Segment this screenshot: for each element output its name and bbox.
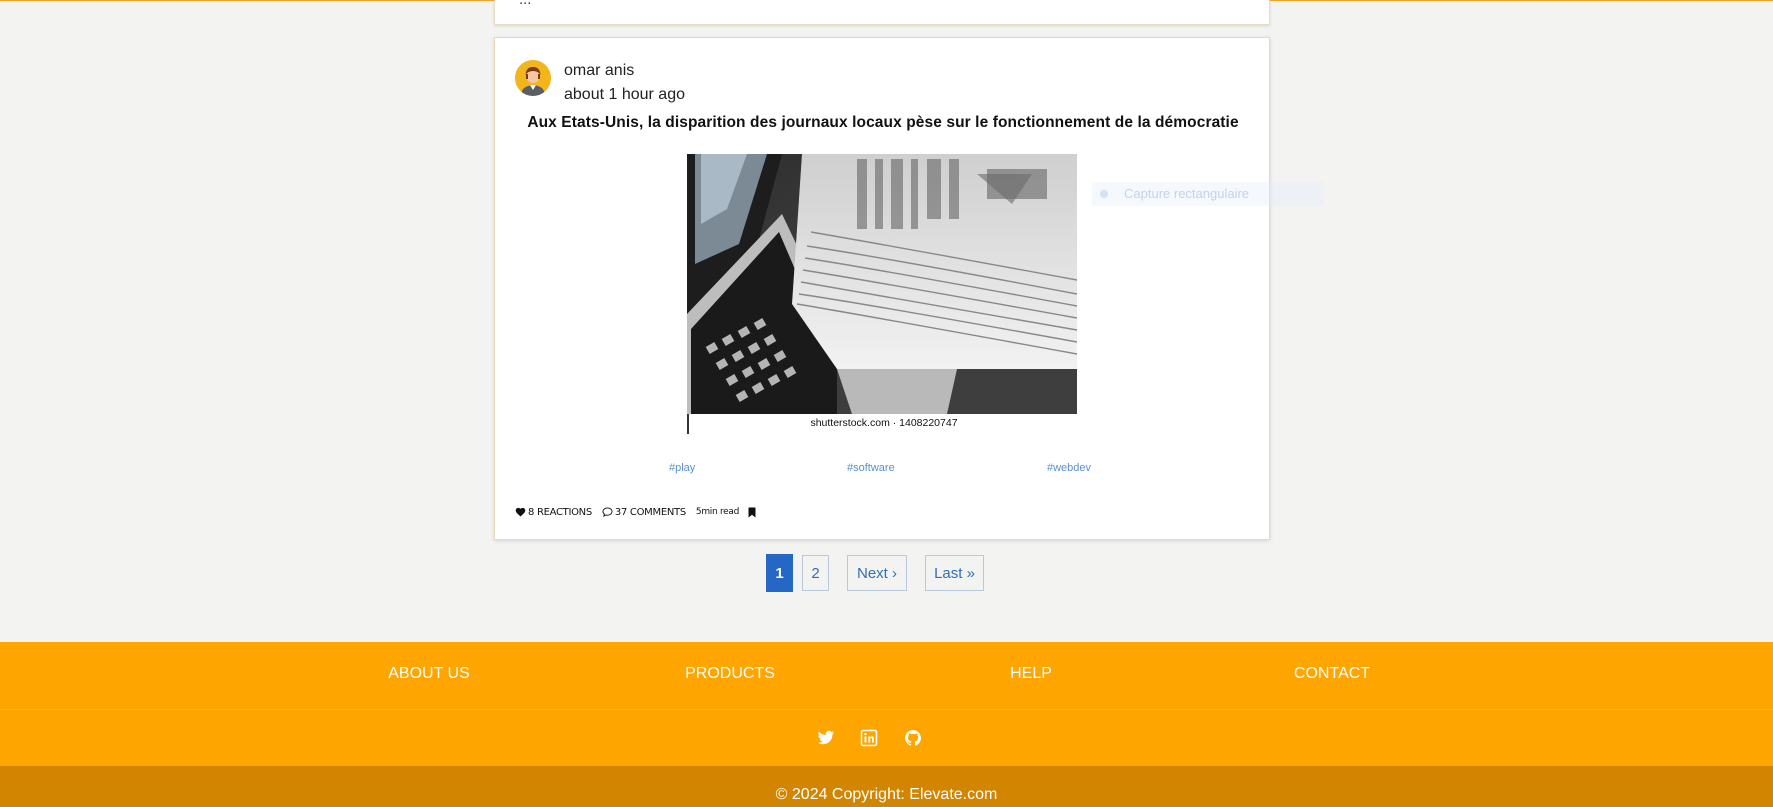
post-cover-image[interactable] [687, 154, 1077, 414]
read-time: 5min read [695, 507, 740, 517]
image-caption-bar: shutterstock.com · 1408220747 [687, 414, 1077, 434]
bookmark-button[interactable] [748, 507, 756, 518]
heart-icon [515, 507, 526, 517]
footer-link-contact[interactable]: CONTACT [1294, 665, 1370, 683]
comments-button[interactable]: 37 COMMENTS [602, 507, 686, 518]
twitter-icon[interactable] [817, 729, 835, 747]
bookmark-icon [748, 507, 756, 517]
footer-link-products[interactable]: PRODUCTS [685, 665, 775, 683]
newspaper-laptop-image [687, 154, 1077, 414]
comment-bubble-icon [602, 507, 613, 517]
reactions-count: 8 REACTIONS [528, 506, 592, 518]
post-meta-row: 8 REACTIONS 37 COMMENTS 5min read [515, 505, 756, 519]
post-card: omar anis about 1 hour ago Aux Etats-Uni… [494, 37, 1270, 540]
avatar-illustration-icon [515, 60, 551, 96]
footer-link-about-us[interactable]: ABOUT US [388, 665, 470, 683]
reactions-button[interactable]: 8 REACTIONS [515, 507, 592, 518]
page-2-button[interactable]: 2 [802, 555, 829, 591]
tag-software[interactable]: #software [847, 462, 895, 474]
copyright-text: © 2024 Copyright: Elevate.com [775, 786, 998, 803]
pagination: 1 2 Next › Last » [0, 554, 1773, 593]
last-page-button[interactable]: Last » [925, 555, 984, 591]
author-avatar[interactable] [515, 60, 551, 96]
tooltip-dot-icon [1100, 190, 1108, 198]
footer-nav: ABOUT US PRODUCTS HELP CONTACT [0, 642, 1773, 710]
page-1-button[interactable]: 1 [766, 554, 793, 592]
github-icon[interactable] [904, 729, 922, 747]
tooltip-text: Capture rectangulaire [1124, 186, 1250, 201]
previous-post-card[interactable]: ... [494, 0, 1270, 25]
tag-play[interactable]: #play [669, 462, 695, 474]
linkedin-icon[interactable] [860, 729, 878, 747]
footer-copyright-bar: © 2024 Copyright: Elevate.com [0, 766, 1773, 807]
image-caption: shutterstock.com · 1408220747 [810, 417, 958, 429]
footer-link-help[interactable]: HELP [1010, 665, 1052, 683]
next-page-button[interactable]: Next › [847, 555, 907, 591]
screen-capture-tooltip: Capture rectangulaire [1092, 182, 1324, 206]
previous-post-cut-text: ... [519, 0, 532, 8]
author-name[interactable]: omar anis [564, 62, 634, 80]
comments-count: 37 COMMENTS [614, 506, 686, 518]
tag-webdev[interactable]: #webdev [1047, 462, 1091, 474]
post-title[interactable]: Aux Etats-Unis, la disparition des journ… [495, 114, 1271, 132]
post-timestamp: about 1 hour ago [564, 86, 685, 103]
footer-social [0, 710, 1773, 766]
